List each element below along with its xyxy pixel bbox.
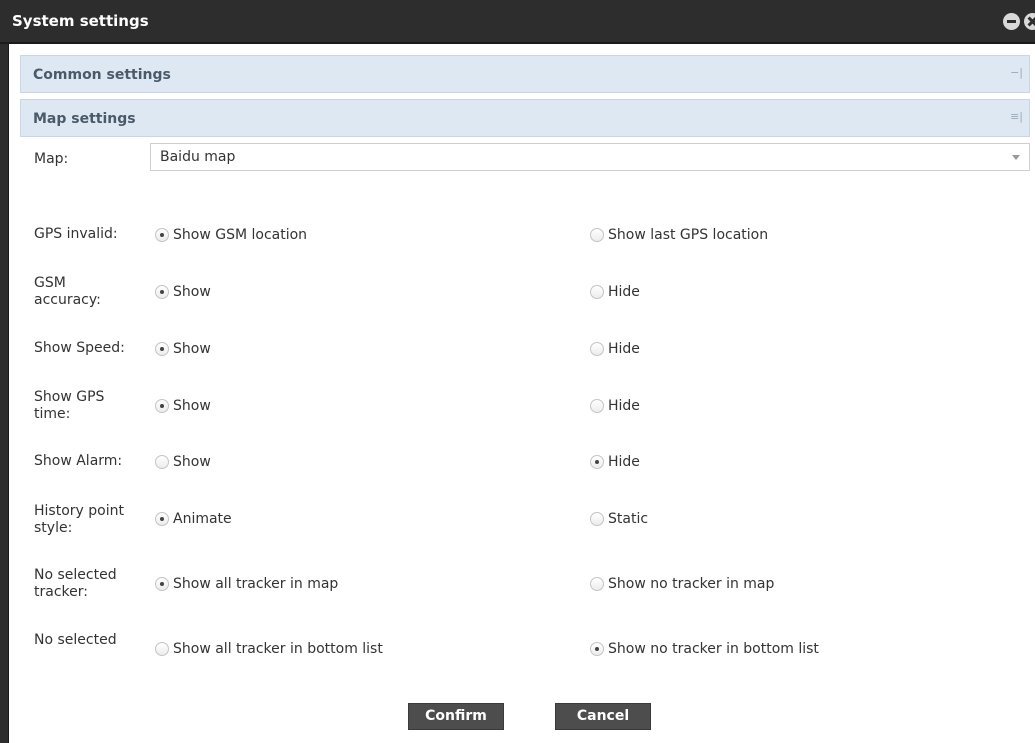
gsm-accuracy-option-show[interactable]: Show (155, 283, 211, 301)
radio-button[interactable] (590, 285, 604, 299)
radio-button[interactable] (590, 512, 604, 526)
option-label: Hide (608, 284, 640, 300)
option-label: Show (173, 398, 211, 414)
option-label: Show (173, 454, 211, 470)
section-common-label: Common settings (33, 67, 171, 83)
section-map-settings[interactable]: Map settings ≡| (20, 99, 1030, 137)
window-border (0, 44, 8, 743)
gsm-accuracy-label: GSM accuracy: (34, 275, 101, 308)
radio-button[interactable] (155, 455, 169, 469)
show-alarm-option-hide[interactable]: Hide (590, 453, 640, 471)
option-label: Static (608, 511, 649, 527)
option-label: Hide (608, 398, 640, 414)
collapse-icon[interactable]: −| (1010, 66, 1023, 79)
history-point-style-option-animate[interactable]: Animate (155, 510, 232, 528)
radio-button[interactable] (155, 577, 169, 591)
map-label: Map: (34, 151, 69, 167)
option-label: Show no tracker in map (608, 576, 775, 592)
radio-button[interactable] (590, 399, 604, 413)
option-label: Show GSM location (173, 227, 308, 243)
show-speed-option-hide[interactable]: Hide (590, 340, 640, 358)
history-point-style-label: History point style: (34, 503, 124, 536)
radio-button[interactable] (155, 342, 169, 356)
system-settings-dialog: System settings Common settings −| Map s… (0, 0, 1035, 743)
title-bar[interactable]: System settings (0, 0, 1035, 44)
option-label: Show (173, 341, 211, 357)
window-border-line (8, 44, 9, 743)
show-alarm-label: Show Alarm: (34, 453, 123, 469)
radio-button[interactable] (155, 228, 169, 242)
gps-invalid-option-2[interactable]: Show last GPS location (590, 226, 768, 244)
option-label: Show all tracker in bottom list (173, 641, 383, 657)
radio-button[interactable] (590, 342, 604, 356)
section-common-settings[interactable]: Common settings −| (20, 55, 1030, 93)
show-gps-time-label: Show GPS time: (34, 389, 105, 422)
map-select-value: Baidu map (160, 149, 236, 165)
show-speed-option-show[interactable]: Show (155, 340, 211, 358)
no-selected-tracker-option-show-all[interactable]: Show all tracker in map (155, 575, 338, 593)
show-gps-time-option-show[interactable]: Show (155, 397, 211, 415)
no-selected-tracker-option-show-none[interactable]: Show no tracker in map (590, 575, 774, 593)
show-alarm-option-show[interactable]: Show (155, 453, 211, 471)
chevron-down-icon[interactable] (1012, 155, 1020, 160)
option-label: Show no tracker in bottom list (608, 641, 819, 657)
option-label: Hide (608, 341, 640, 357)
option-label: Show last GPS location (608, 227, 769, 243)
history-point-style-option-static[interactable]: Static (590, 510, 648, 528)
gps-invalid-option-1[interactable]: Show GSM location (155, 226, 307, 244)
option-label: Hide (608, 454, 640, 470)
radio-button[interactable] (590, 577, 604, 591)
section-map-label: Map settings (33, 111, 136, 127)
option-label: Show all tracker in map (173, 576, 339, 592)
expand-icon[interactable]: ≡| (1010, 110, 1023, 123)
radio-button[interactable] (155, 512, 169, 526)
gsm-accuracy-option-hide[interactable]: Hide (590, 283, 640, 301)
show-speed-label: Show Speed: (34, 340, 125, 356)
radio-button[interactable] (155, 285, 169, 299)
radio-button[interactable] (590, 455, 604, 469)
dialog-title: System settings (12, 12, 149, 30)
no-selected-tracker-label: No selected tracker: (34, 567, 117, 600)
option-label: Animate (173, 511, 232, 527)
radio-button[interactable] (155, 399, 169, 413)
radio-button[interactable] (590, 228, 604, 242)
bottom-list-option-show-all[interactable]: Show all tracker in bottom list (155, 640, 383, 658)
gps-invalid-label: GPS invalid: (34, 226, 118, 242)
show-gps-time-option-hide[interactable]: Hide (590, 397, 640, 415)
radio-button[interactable] (155, 642, 169, 656)
minimize-icon[interactable] (1003, 13, 1020, 30)
bottom-list-option-show-none[interactable]: Show no tracker in bottom list (590, 640, 819, 658)
cancel-button[interactable]: Cancel (555, 703, 651, 730)
radio-button[interactable] (590, 642, 604, 656)
no-selected-bottom-list-label: No selected (34, 632, 117, 648)
option-label: Show (173, 284, 211, 300)
close-icon[interactable] (1024, 13, 1035, 30)
confirm-button[interactable]: Confirm (408, 703, 504, 730)
map-select[interactable]: Baidu map (150, 143, 1030, 171)
